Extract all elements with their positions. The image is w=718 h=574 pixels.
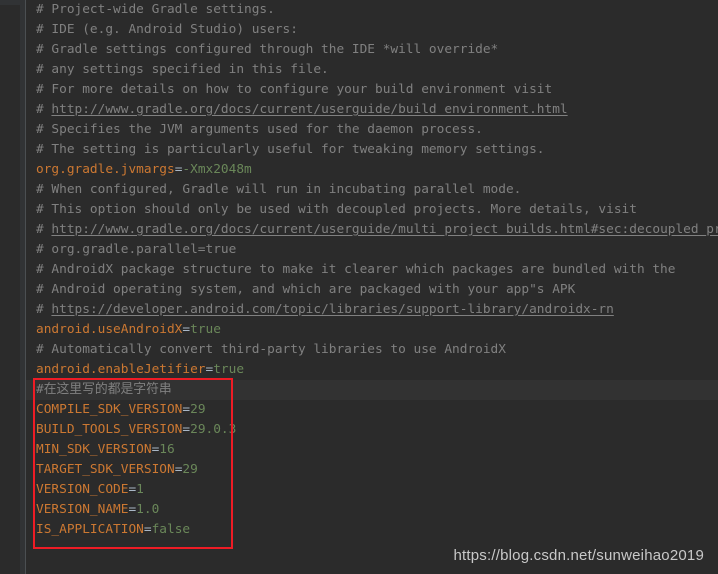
comment-hash: # [36,222,52,237]
property-value: 1.0 [136,502,160,517]
property-value: 1 [136,482,144,497]
property-key: VERSION_NAME [36,502,129,517]
comment-text: # Project-wide Gradle settings. [36,2,275,17]
comment-text: # Gradle settings configured through the… [36,42,499,57]
code-line[interactable]: TARGET_SDK_VERSION=29 [26,460,718,480]
assignment-operator: = [143,522,152,537]
property-key: android.enableJetifier [36,362,206,377]
code-line[interactable]: BUILD_TOOLS_VERSION=29.0.3 [26,420,718,440]
code-line[interactable]: MIN_SDK_VERSION=16 [26,440,718,460]
code-line[interactable]: android.useAndroidX=true [26,320,718,340]
code-line[interactable]: # any settings specified in this file. [26,60,718,80]
comment-url-link[interactable]: http://www.gradle.org/docs/current/userg… [51,102,567,117]
code-editor: # Project-wide Gradle settings. # IDE (e.… [0,0,718,574]
comment-hash: # [36,302,52,317]
code-line[interactable]: IS_APPLICATION=false [26,520,718,540]
code-line[interactable]: #在这里写的都是字符串 [26,380,718,400]
code-line[interactable]: org.gradle.jvmargs=-Xmx2048m [26,160,718,180]
code-line[interactable]: # http://www.gradle.org/docs/current/use… [26,100,718,120]
property-value: 29.0.3 [190,422,237,437]
comment-url-link[interactable]: http://www.gradle.org/docs/current/userg… [51,222,718,237]
property-value: true [190,322,221,337]
comment-text: # AndroidX package structure to make it … [36,262,676,277]
code-line[interactable]: # Project-wide Gradle settings. [26,0,718,20]
comment-text: # Android operating system, and which ar… [36,282,576,297]
comment-text: # When configured, Gradle will run in in… [36,182,522,197]
code-line[interactable]: # The setting is particularly useful for… [26,140,718,160]
editor-outer-margin [0,5,20,574]
code-line[interactable]: android.enableJetifier=true [26,360,718,380]
code-line[interactable]: # Android operating system, and which ar… [26,280,718,300]
property-key: BUILD_TOOLS_VERSION [36,422,183,437]
code-line[interactable]: # Gradle settings configured through the… [26,40,718,60]
code-line[interactable]: # IDE (e.g. Android Studio) users: [26,20,718,40]
comment-text: # Specifies the JVM arguments used for t… [36,122,483,137]
assignment-operator: = [182,422,191,437]
code-line[interactable]: # When configured, Gradle will run in in… [26,180,718,200]
property-value: 29 [182,462,198,477]
assignment-operator: = [182,402,191,417]
comment-text: # Automatically convert third-party libr… [36,342,506,357]
comment-hash: # [36,102,52,117]
comment-text: # The setting is particularly useful for… [36,142,545,157]
property-key: org.gradle.jvmargs [36,162,175,177]
property-key: TARGET_SDK_VERSION [36,462,175,477]
property-value: -Xmx2048m [182,162,252,177]
code-line[interactable]: # Specifies the JVM arguments used for t… [26,120,718,140]
comment-text: #在这里写的都是字符串 [36,382,172,397]
watermark-text: https://blog.csdn.net/sunweihao2019 [453,547,704,564]
code-line[interactable]: VERSION_CODE=1 [26,480,718,500]
property-key: IS_APPLICATION [36,522,144,537]
code-line[interactable]: VERSION_NAME=1.0 [26,500,718,520]
property-value: true [213,362,245,377]
code-text-area[interactable]: # Project-wide Gradle settings. # IDE (e.… [26,0,718,574]
comment-text: # any settings specified in this file. [36,62,329,77]
property-value: false [151,522,191,537]
comment-text: # org.gradle.parallel=true [36,242,237,257]
code-line[interactable]: # For more details on how to configure y… [26,80,718,100]
assignment-operator: = [128,502,137,517]
comment-text: # This option should only be used with d… [36,202,637,217]
comment-text: # IDE (e.g. Android Studio) users: [36,22,298,37]
property-key: MIN_SDK_VERSION [36,442,152,457]
code-line[interactable]: # This option should only be used with d… [26,200,718,220]
code-line[interactable]: # https://developer.android.com/topic/li… [26,300,718,320]
property-value: 16 [159,442,175,457]
code-line[interactable]: COMPILE_SDK_VERSION=29 [26,400,718,420]
code-line-list: # Project-wide Gradle settings. # IDE (e.… [26,0,718,540]
property-key: VERSION_CODE [36,482,129,497]
code-line[interactable]: # AndroidX package structure to make it … [26,260,718,280]
property-key: COMPILE_SDK_VERSION [36,402,183,417]
comment-url-link[interactable]: https://developer.android.com/topic/libr… [51,302,613,317]
assignment-operator: = [182,322,191,337]
code-line[interactable]: # http://www.gradle.org/docs/current/use… [26,220,718,240]
assignment-operator: = [128,482,137,497]
property-value: 29 [190,402,206,417]
property-key: android.useAndroidX [36,322,183,337]
comment-text: # For more details on how to configure y… [36,82,553,97]
code-line[interactable]: # Automatically convert third-party libr… [26,340,718,360]
code-line[interactable]: # org.gradle.parallel=true [26,240,718,260]
